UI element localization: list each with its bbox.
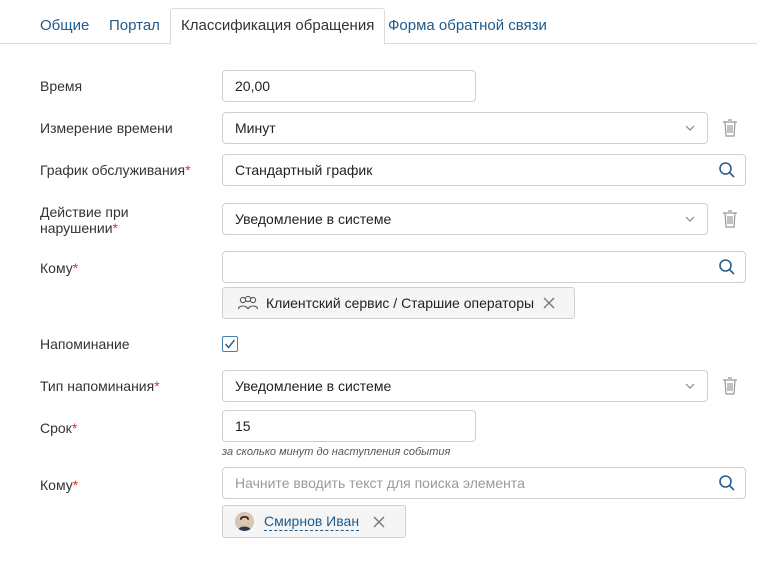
violation-action-value: Уведомление в системе bbox=[235, 211, 392, 227]
trash-icon[interactable] bbox=[722, 210, 738, 228]
trash-icon[interactable] bbox=[722, 119, 738, 137]
tab-general[interactable]: Общие bbox=[30, 8, 99, 44]
deadline-value: 15 bbox=[235, 418, 251, 434]
time-unit-label: Измерение времени bbox=[40, 120, 173, 136]
tab-request-classification[interactable]: Классификация обращения bbox=[170, 8, 386, 45]
violation-action-label: Действие при нарушении* bbox=[40, 204, 129, 236]
group-icon bbox=[237, 295, 259, 310]
recipients2-label: Кому* bbox=[40, 477, 79, 493]
search-icon[interactable] bbox=[718, 474, 736, 492]
time-unit-value: Минут bbox=[235, 120, 276, 136]
chevron-down-icon bbox=[685, 383, 695, 389]
recipients-input[interactable] bbox=[222, 251, 746, 283]
recipients-label: Кому* bbox=[40, 260, 79, 276]
search-icon[interactable] bbox=[718, 161, 736, 179]
user-chip-name[interactable]: Смирнов Иван bbox=[264, 512, 360, 531]
time-label: Время bbox=[40, 78, 83, 94]
user-chip[interactable]: Смирнов Иван bbox=[222, 505, 406, 538]
trash-icon[interactable] bbox=[722, 377, 738, 395]
reminder-checkbox[interactable] bbox=[222, 336, 238, 352]
close-icon[interactable] bbox=[543, 297, 555, 309]
recipients2-search-input[interactable]: Начните вводить текст для поиска элемент… bbox=[222, 467, 746, 499]
deadline-label: Срок* bbox=[40, 420, 78, 436]
schedule-input[interactable]: Стандартный график bbox=[222, 154, 746, 186]
reminder-type-value: Уведомление в системе bbox=[235, 378, 392, 394]
schedule-label: График обслуживания* bbox=[40, 162, 191, 178]
time-input[interactable]: 20,00 bbox=[222, 70, 476, 102]
checkmark-icon bbox=[224, 339, 236, 349]
reminder-type-select[interactable]: Уведомление в системе bbox=[222, 370, 708, 402]
chevron-down-icon bbox=[685, 216, 695, 222]
violation-action-select[interactable]: Уведомление в системе bbox=[222, 203, 708, 235]
reminder-type-label: Тип напоминания* bbox=[40, 378, 160, 394]
close-icon[interactable] bbox=[373, 516, 385, 528]
recipient-chip-group[interactable]: Клиентский сервис / Старшие операторы bbox=[222, 287, 575, 319]
time-unit-select[interactable]: Минут bbox=[222, 112, 708, 144]
tab-feedback-form[interactable]: Форма обратной связи bbox=[378, 8, 557, 44]
schedule-value: Стандартный график bbox=[235, 162, 373, 178]
time-value: 20,00 bbox=[235, 78, 271, 94]
recipient-chip-label: Клиентский сервис / Старшие операторы bbox=[266, 295, 535, 311]
search-icon[interactable] bbox=[718, 258, 736, 276]
tab-portal[interactable]: Портал bbox=[99, 8, 170, 44]
deadline-hint: за сколько минут до наступления события bbox=[222, 446, 451, 458]
chevron-down-icon bbox=[685, 125, 695, 131]
tab-bar: Общие Портал Классификация обращения Фор… bbox=[0, 0, 757, 45]
avatar bbox=[235, 512, 254, 531]
recipients2-placeholder: Начните вводить текст для поиска элемент… bbox=[235, 475, 525, 491]
reminder-label: Напоминание bbox=[40, 336, 130, 352]
deadline-input[interactable]: 15 bbox=[222, 410, 476, 442]
